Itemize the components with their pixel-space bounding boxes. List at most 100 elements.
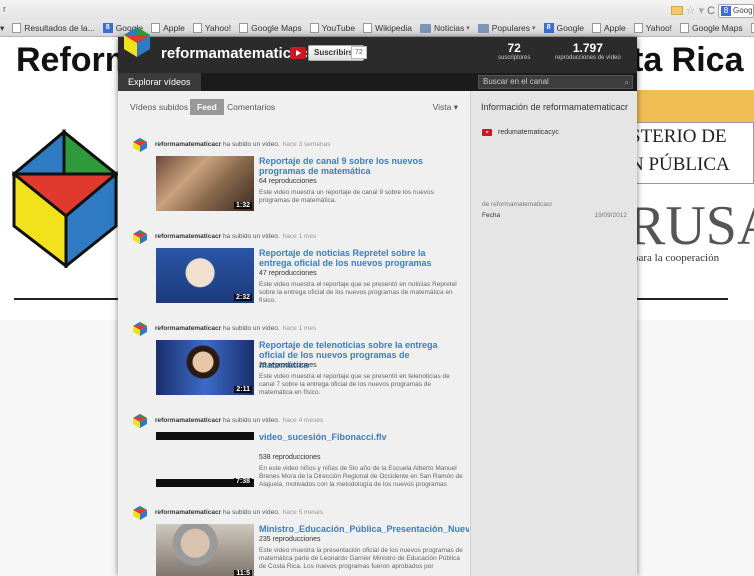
chevron-down-icon: ▾ [466,25,470,32]
bookmark-label: YouTube [321,23,356,33]
channel-header: reformamatematicacr Suscribirse 72 72 su… [118,27,637,73]
bookmarks-overflow-icon[interactable]: ▾ [0,23,4,34]
feed-item-action: ha subido un vídeo. [222,141,280,148]
video-thumbnail[interactable]: 2:11 [156,340,254,395]
feed-item: reformamatematicacr ha subido un vídeo. h… [118,229,470,319]
dropdown-icon[interactable]: ▾ [699,4,705,17]
view-dropdown-label: Vista [432,102,452,112]
video-duration: 2:32 [233,294,252,301]
bookmark-item[interactable]: Yahoo! [633,23,672,33]
bookmark-label: Apple [603,23,626,33]
chevron-down-icon: ▾ [453,102,458,112]
chevron-down-icon: ▾ [532,25,536,32]
avatar[interactable] [132,505,148,521]
bookmark-label: Apple [163,23,185,33]
feed-item-user[interactable]: reformamatematicacr [155,141,221,148]
bookmark-item[interactable]: 8 Google [543,23,584,33]
video-title-link[interactable]: Reportaje de noticias Repretel sobre la … [259,248,459,268]
feed-item: reformamatematicacr ha subido un vídeo. h… [118,137,470,227]
feed-item: reformamatematicacr ha subido un vídeo. h… [118,321,470,411]
feed-item-user[interactable]: reformamatematicacr [155,233,221,240]
channel-info-sidebar: Información de reformamatematicacr redum… [470,91,637,576]
tab-uploaded-videos[interactable]: Vídeos subidos [130,102,188,112]
channel-search-placeholder: Buscar en el canal [483,77,549,86]
feed-item-user[interactable]: reformamatematicacr [155,509,221,516]
video-views: 47 reproducciones [259,270,317,277]
view-dropdown[interactable]: Vista ▾ [433,102,458,113]
reload-icon[interactable]: C [707,5,715,17]
header-band [625,90,754,122]
google-icon: 8 [102,23,113,33]
video-thumbnail[interactable]: 11:5 [156,524,254,576]
feed-item-header: reformamatematicacr ha subido un vídeo. h… [155,417,323,424]
subscriber-badge: 72 [351,46,367,59]
channel-search-input[interactable]: Buscar en el canal ⌕ [478,75,633,89]
feed-item-action: ha subido un vídeo. [222,233,280,240]
sidebar-channel-link[interactable]: redumatematicacyc [482,129,559,136]
bookmark-item[interactable]: YouTube [309,23,356,33]
video-title-link[interactable]: Ministro_Educación_Pública_Presentación_… [259,524,469,534]
browser-search-box[interactable]: 8 Goog [718,3,754,18]
bookmark-item[interactable]: Google Maps [680,23,743,33]
folder-icon [420,23,431,33]
feed-item-user[interactable]: reformamatematicacr [155,325,221,332]
video-thumbnail[interactable]: 7:38 [156,432,254,487]
google-icon: 8 [721,5,731,16]
avatar[interactable] [132,229,148,245]
divider [14,298,119,300]
page-icon [633,23,643,33]
video-description: Este video muestra el reportaje que se p… [259,281,457,304]
avatar[interactable] [132,321,148,337]
views-label: reproducciones de vídeo [555,55,621,61]
bookmark-item[interactable]: Noticias ▾ [420,23,470,33]
ministry-line2: N PÚBLICA [630,154,730,175]
video-duration: 11:5 [234,570,252,576]
bookmark-label: Wikipedia [375,23,412,33]
video-duration: 1:32 [233,202,252,209]
google-icon: 8 [543,23,554,33]
video-views: 235 reproducciones [259,536,321,543]
bookmark-item[interactable]: Populares ▾ [477,23,536,33]
video-title-link[interactable]: Reportaje de canal 9 sobre los nuevos pr… [259,156,459,176]
bookmarks-bar: ▾ Resultados de la... 8 Google Apple Yahoo! G… [0,20,754,37]
bookmark-item[interactable]: Wikipedia [363,23,412,33]
avatar[interactable] [132,137,148,153]
page-icon [750,23,754,33]
video-thumbnail[interactable]: 2:32 [156,248,254,303]
tab-feed[interactable]: Feed [190,99,224,115]
video-title-link[interactable]: video_sucesión_Fibonacci.flv [259,432,459,442]
feed-item: reformamatematicacr ha subido un vídeo. h… [118,505,470,576]
subscribers-label: suscriptores [498,55,531,61]
bookmark-item[interactable]: Apple [591,23,626,33]
page-icon [363,23,373,33]
bookmark-item[interactable]: Resultados de la... [12,23,95,33]
tab-comments[interactable]: Comentarios [227,102,275,112]
channel-logo-icon [124,27,150,57]
star-icon[interactable]: ☆ [686,4,696,17]
search-icon[interactable]: ⌕ [625,77,629,89]
folder-icon [477,23,489,33]
tab-explore-videos[interactable]: Explorar vídeos [118,73,201,91]
bookmark-label: Google Maps [692,23,743,33]
feed-subtabs: Vídeos subidos Feed Comentarios Vista ▾ [118,91,470,121]
video-thumbnail[interactable]: 1:32 [156,156,254,211]
bookmark-item[interactable]: Apple [151,23,185,33]
page-icon [192,23,202,33]
page-icon [591,23,601,33]
video-views: 538 reproducciones [259,454,321,461]
video-description: Este video muestra el reportaje que se p… [259,373,450,396]
avatar[interactable] [132,413,148,429]
bookmark-item[interactable]: Yahoo! [192,23,231,33]
feed-item-user[interactable]: reformamatematicacr [155,417,221,424]
video-description: Este video muestra un reportaje de canal… [259,189,434,204]
bookmark-item[interactable]: Google Maps [239,23,302,33]
bookmark-label: Populares [491,23,531,33]
feed-item-header: reformamatematicacr ha subido un vídeo. h… [155,509,323,516]
sidebar-date-value: 19/09/2012 [594,212,627,219]
page-icon [12,23,22,33]
feed-item-time: hace 3 semanas [282,141,331,148]
browser-toolbar: r ☆ ▾ C 8 Goog [0,0,754,20]
toolbar-text: r [3,4,6,14]
rss-icon[interactable] [670,6,683,15]
bookmark-item[interactable]: YouT [750,23,754,33]
